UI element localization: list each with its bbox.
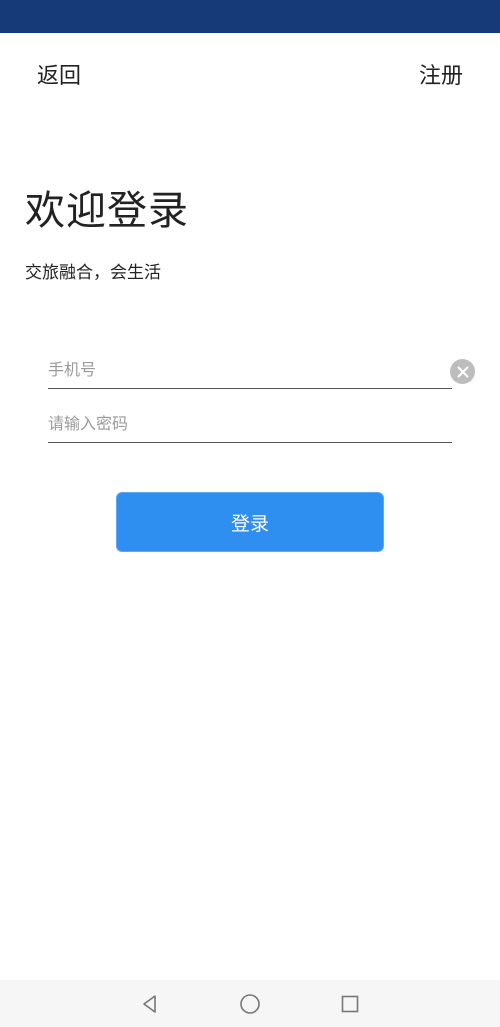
system-recent-button[interactable] [338,992,362,1016]
page-subtitle: 交旅融合，会生活 [25,263,161,283]
status-bar [0,0,500,33]
login-button[interactable]: 登录 [116,492,384,552]
back-button[interactable]: 返回 [37,58,81,90]
password-input[interactable] [48,408,428,438]
system-home-button[interactable] [238,992,262,1016]
square-recent-icon [341,995,359,1013]
system-nav-bar [0,980,500,1027]
clear-phone-button[interactable] [450,359,475,384]
top-nav: 返回 注册 [0,50,500,94]
page-title: 欢迎登录 [25,188,189,234]
circle-home-icon [240,994,260,1014]
triangle-back-icon [143,995,156,1013]
register-button[interactable]: 注册 [419,58,463,90]
phone-input[interactable] [48,354,428,384]
system-back-button[interactable] [138,992,162,1016]
clear-circle-icon [457,366,468,377]
password-field [48,403,452,443]
phone-field [48,349,452,389]
